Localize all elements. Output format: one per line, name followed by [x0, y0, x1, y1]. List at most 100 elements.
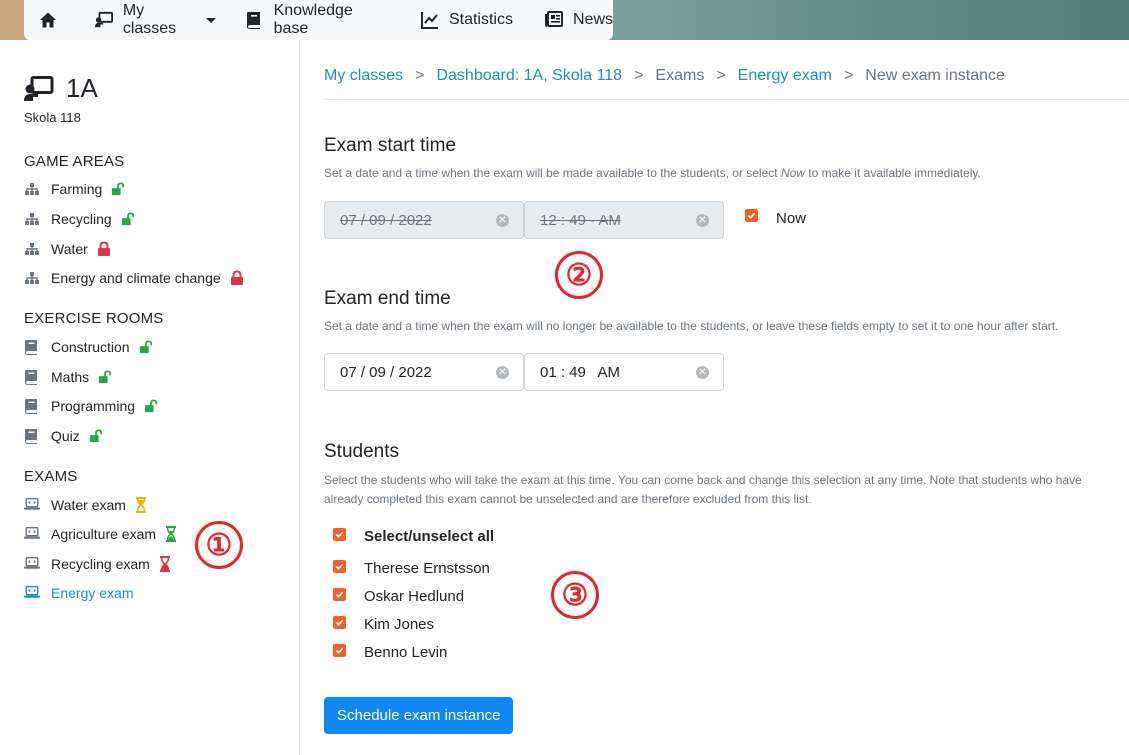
student-checkbox[interactable] [333, 588, 346, 601]
nav-knowledge-base-label: Knowledge base [273, 2, 353, 37]
nav-knowledge-base[interactable]: Knowledge base [246, 0, 389, 40]
book-icon [24, 428, 40, 444]
students-help: Select the students who will take the ex… [324, 473, 1082, 506]
sidebar-item-farming[interactable]: Farming [24, 179, 125, 199]
sitemap-icon [24, 241, 40, 257]
breadcrumb-my-classes[interactable]: My classes [324, 67, 403, 85]
sidebar-item-water-exam[interactable]: Water exam [24, 495, 149, 515]
sidebar-item-recycling[interactable]: Recycling [24, 209, 135, 229]
unlock-icon [139, 339, 153, 355]
sidebar-item-water[interactable]: Water [24, 239, 111, 259]
end-time-help: Set a date and a time when the exam will… [324, 319, 1059, 333]
sidebar-item-label: Energy and climate change [51, 270, 221, 286]
select-all-label[interactable]: Select/unselect all [364, 528, 494, 545]
sidebar-item-label: Recycling exam [51, 556, 150, 572]
unlock-icon [111, 181, 125, 197]
breadcrumb-separator: > [634, 67, 644, 84]
start-time-heading: Exam start time [324, 135, 456, 156]
hourglass-start-icon [135, 497, 149, 513]
clear-icon[interactable]: ✕ [696, 214, 709, 227]
sidebar-item-construction[interactable]: Construction [24, 337, 153, 357]
nav-my-classes[interactable]: My classes [94, 0, 217, 40]
book-icon [24, 369, 40, 385]
breadcrumb-divider [324, 99, 1129, 100]
sitemap-icon [24, 211, 40, 227]
breadcrumb-exams: Exams [655, 67, 705, 84]
start-time-field[interactable]: 12 : 49 - AM ✕ [524, 201, 724, 239]
nav-my-classes-label: My classes [122, 2, 177, 37]
start-date-field[interactable]: 07 / 09 / 2022 ✕ [324, 201, 524, 239]
unlock-icon [121, 211, 135, 227]
end-date-field[interactable]: 07 / 09 / 2022 ✕ [324, 353, 524, 391]
breadcrumb-separator: > [716, 67, 726, 84]
laptop-code-icon [24, 556, 40, 572]
nav-statistics-label: Statistics [448, 11, 513, 28]
select-all-checkbox[interactable] [333, 528, 346, 541]
unlock-icon [89, 428, 103, 444]
top-banner: My classes Knowledge base Statistics New… [0, 0, 1129, 40]
sidebar-item-recycling-exam[interactable]: Recycling exam [24, 554, 173, 574]
nav-home[interactable] [24, 0, 73, 40]
sidebar-item-label: Agriculture exam [51, 526, 157, 542]
sitemap-icon [24, 181, 40, 197]
unlock-icon [144, 398, 158, 414]
start-help-text: Set a date and a time when the exam will… [324, 166, 781, 180]
lock-icon [230, 270, 244, 286]
breadcrumb-current-page: New exam instance [865, 67, 1005, 84]
chart-line-icon [420, 11, 439, 29]
hourglass-half-icon [165, 526, 179, 542]
breadcrumb-energy-exam[interactable]: Energy exam [738, 67, 832, 85]
nav-news[interactable]: News [544, 0, 613, 40]
start-time-value: 12 : 49 - AM [540, 211, 621, 229]
student-checkbox[interactable] [333, 560, 346, 573]
now-checkbox[interactable] [745, 209, 758, 222]
game-areas-heading: GAME AREAS [24, 153, 125, 170]
start-time-help: Set a date and a time when the exam will… [324, 164, 1114, 183]
classroom-icon [94, 11, 113, 29]
laptop-code-icon [24, 497, 40, 513]
lock-icon [97, 241, 111, 257]
book-icon [24, 339, 40, 355]
sidebar: 1A Skola 118 GAME AREAS Farming Recyclin… [0, 40, 300, 755]
breadcrumb: My classes > Dashboard: 1A, Skola 118 > … [324, 67, 1005, 85]
sidebar-item-agriculture-exam[interactable]: Agriculture exam [24, 524, 179, 544]
student-name[interactable]: Oskar Hedlund [364, 588, 464, 605]
student-name[interactable]: Kim Jones [364, 616, 434, 633]
clear-icon[interactable]: ✕ [696, 366, 709, 379]
end-time-value: 01 : 49 AM [540, 363, 621, 381]
annotation-marker-2: ② [555, 251, 603, 299]
unlock-icon [98, 369, 112, 385]
sidebar-item-programming[interactable]: Programming [24, 396, 158, 416]
clear-icon[interactable]: ✕ [496, 366, 509, 379]
nav-statistics[interactable]: Statistics [420, 0, 513, 40]
sidebar-item-energy-exam[interactable]: Energy exam [24, 583, 133, 603]
sidebar-item-label: Recycling [51, 211, 112, 227]
home-icon [39, 11, 57, 29]
student-checkbox[interactable] [333, 616, 346, 629]
end-date-value: 07 / 09 / 2022 [340, 363, 432, 381]
sidebar-item-quiz[interactable]: Quiz [24, 426, 103, 446]
sidebar-item-energy-and-climate-change[interactable]: Energy and climate change [24, 268, 244, 288]
sidebar-item-maths[interactable]: Maths [24, 367, 112, 387]
annotation-marker-1: ① [195, 521, 243, 569]
end-time-field[interactable]: 01 : 49 AM ✕ [524, 353, 724, 391]
book-icon [24, 398, 40, 414]
students-heading: Students [324, 441, 399, 462]
sidebar-item-label: Quiz [51, 428, 80, 444]
schedule-exam-instance-button[interactable]: Schedule exam instance [324, 697, 514, 734]
clear-icon[interactable]: ✕ [496, 214, 509, 227]
school-name: Skola 118 [24, 110, 81, 125]
laptop-code-icon [24, 526, 40, 542]
student-checkbox[interactable] [333, 644, 346, 657]
sidebar-item-label: Programming [51, 398, 136, 414]
sidebar-item-label: Construction [51, 339, 130, 355]
breadcrumb-dashboard[interactable]: Dashboard: 1A, Skola 118 [436, 67, 622, 85]
sidebar-item-label: Farming [51, 181, 103, 197]
start-date-value: 07 / 09 / 2022 [340, 211, 432, 229]
student-name[interactable]: Therese Ernstsson [364, 560, 490, 577]
now-label[interactable]: Now [776, 210, 806, 227]
student-name[interactable]: Benno Levin [364, 644, 447, 661]
class-name: 1A [66, 73, 98, 103]
book-icon [246, 11, 264, 29]
sidebar-item-label: Maths [51, 369, 90, 385]
